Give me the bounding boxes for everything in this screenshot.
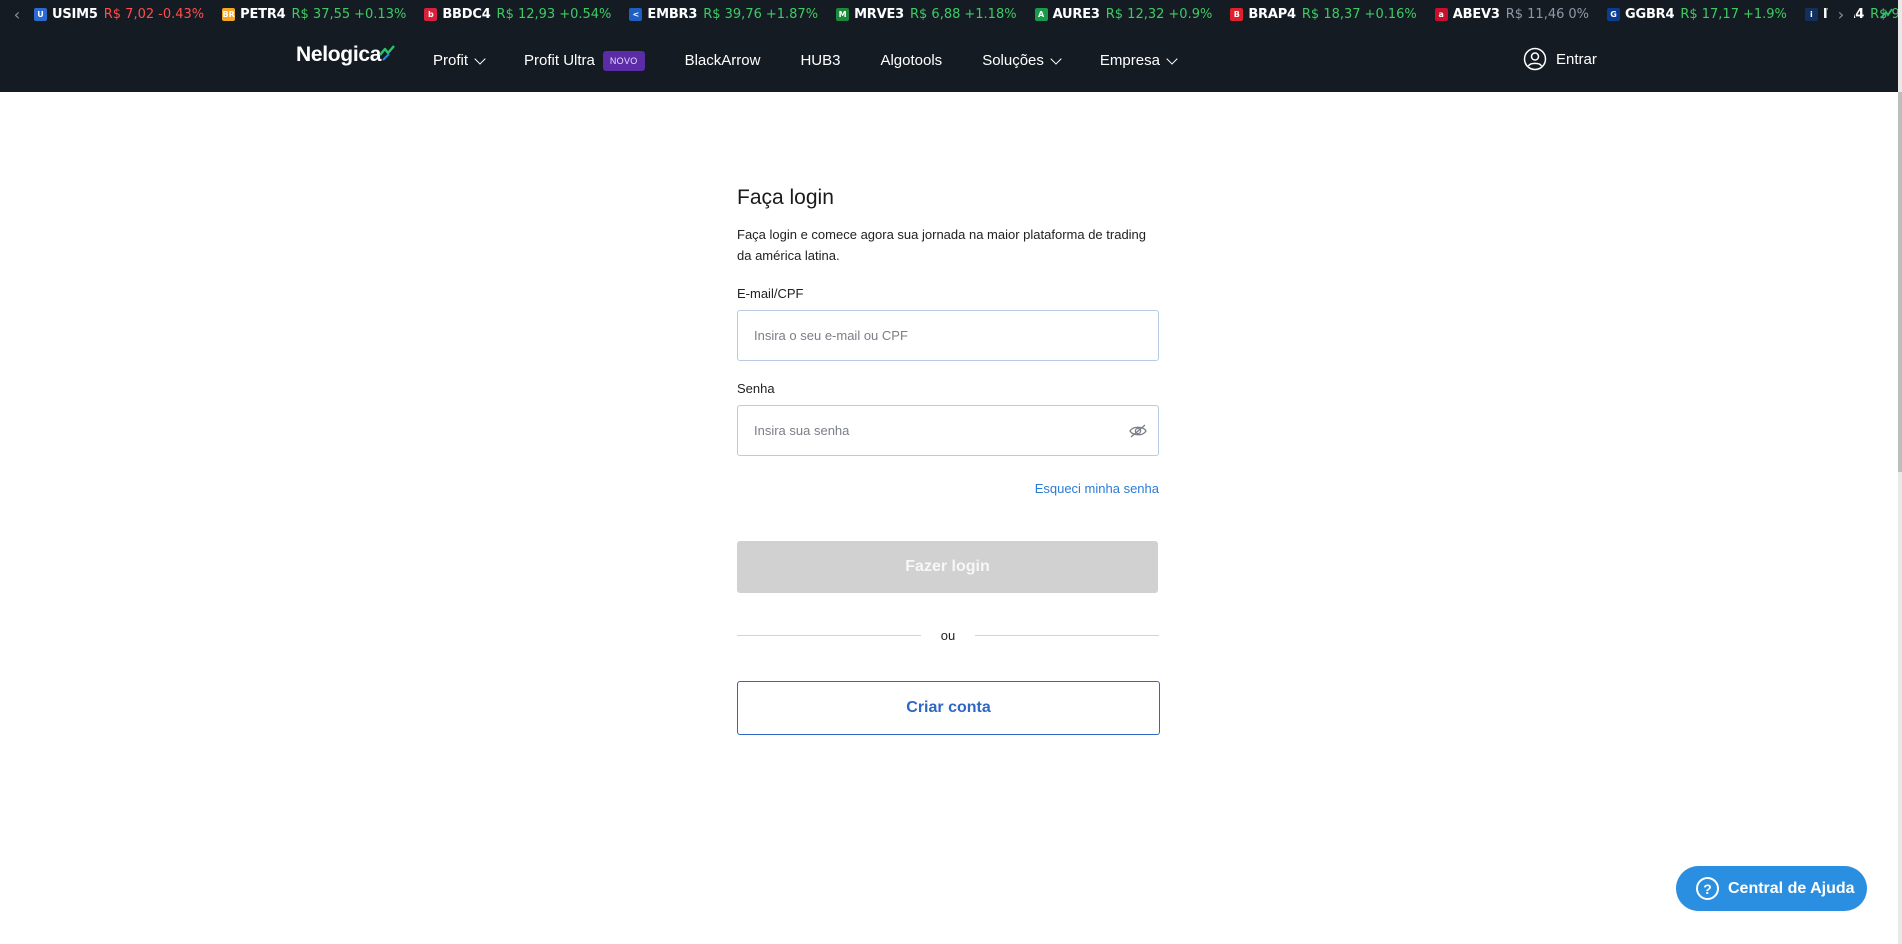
ticker-price: R$ 37,55 [291,7,351,22]
nav-item-hub3[interactable]: HUB3 [800,52,840,69]
stock-logo-icon: a [1434,8,1448,21]
ticker-item[interactable]: M MRVE3 R$ 6,88 +1.18% [836,7,1017,22]
ticker-symbol: USIM5 [52,7,98,22]
nav-item-algotools[interactable]: Algotools [880,52,942,69]
ticker-symbol: BBDC4 [442,7,491,22]
login-subtitle: Faça login e comece agora sua jornada na… [737,227,1147,263]
ticker-price: R$ 6,88 [910,7,961,22]
ticker-symbol: AURE3 [1052,7,1100,22]
ticker-price: R$ 11,46 [1505,7,1565,22]
ticker-change: 0% [1568,7,1589,22]
ticker-symbol: PETR4 [240,7,286,22]
stock-logo-icon: i [1804,8,1818,21]
create-account-button[interactable]: Criar conta [737,681,1160,735]
ticker-price: R$ 39,76 [703,7,762,22]
nav-item-label: Profit Ultra [524,52,595,69]
login-form: Faça login Faça login e comece agora sua… [737,186,1160,735]
ticker-item[interactable]: < EMBR3 R$ 39,76 +1.87% [629,7,818,22]
stock-logo-icon: U [34,8,47,21]
chevron-left-icon[interactable]: ‹ [0,5,34,24]
ticker-change: +0.54% [559,7,612,22]
nav-item-empresa[interactable]: Empresa [1099,52,1178,69]
divider-line-right [975,634,1159,636]
help-center-button[interactable]: ? Central de Ajuda [1676,866,1867,911]
user-circle-icon [1523,47,1547,71]
new-badge: NOVO [602,50,645,71]
or-divider: ou [737,627,1159,643]
password-field[interactable] [738,406,1158,455]
ticker-symbol: GGBR4 [1625,7,1675,22]
forgot-password-link[interactable]: Esqueci minha senha [737,481,1159,496]
stock-logo-icon: A [1034,8,1048,21]
chevron-down-icon [474,52,486,65]
nav-item-profit-ultra[interactable]: Profit Ultra NOVO [524,50,645,71]
password-field-wrapper [737,405,1159,456]
ticker-price: R$ 12,93 [496,7,556,22]
ticker-price: R$ 17,17 [1680,7,1739,22]
nav-item-solu-es[interactable]: Soluções [982,52,1062,69]
chevron-down-icon [1050,52,1062,65]
page-scrollbar[interactable] [1898,0,1902,944]
ticker-symbol: MRVE3 [854,7,904,22]
ticker-price: R$ 18,37 [1301,7,1361,22]
eye-off-icon[interactable] [1129,423,1147,439]
ticker-symbol: ABEV3 [1452,7,1500,22]
ticker-item[interactable]: b BBDC4 R$ 12,93 +0.54% [424,7,611,22]
entrar-label: Entrar [1556,50,1597,68]
login-title: Faça login [737,186,834,209]
nav-item-label: Profit [433,52,469,69]
login-button[interactable]: Fazer login [737,541,1158,593]
divider-text: ou [940,627,956,643]
ticker-change: +1.87% [765,7,819,22]
ticker-change: +1.9% [1742,7,1787,22]
ticker-change: +0.9% [1168,7,1213,22]
ticker-item[interactable]: A AURE3 R$ 12,32 +0.9% [1034,7,1213,22]
email-field[interactable] [738,311,1158,360]
entrar-link[interactable]: Entrar [1523,47,1597,71]
nav-item-label: Algotools [880,52,943,69]
stock-logo-icon: < [629,8,643,21]
ticker-item[interactable]: G GGBR4 R$ 17,17 +1.9% [1607,7,1787,22]
ticker-item[interactable]: BR PETR4 R$ 37,55 +0.13% [222,7,406,22]
ticker-change: -0.43% [158,7,205,22]
stock-ticker: ‹ U USIM5 R$ 7,02 -0.43% BR PETR4 R$ 37,55 +0.1… [0,0,1902,29]
chevron-down-icon [1166,52,1178,65]
ticker-price: R$ 7,02 [103,7,155,22]
ticker-item[interactable]: B BRAP4 R$ 18,37 +0.16% [1230,7,1417,22]
scrollbar-thumb[interactable] [1898,92,1902,472]
ticker-change: +0.16% [1364,7,1417,22]
stock-logo-icon: M [836,8,850,21]
logo-text: Nelogica [296,43,382,66]
stock-logo-icon: B [1230,8,1244,21]
chevron-right-icon[interactable]: › [1828,5,1854,24]
ticker-items: U USIM5 R$ 7,02 -0.43% BR PETR4 R$ 37,55 +0.13%… [34,7,1902,22]
nav-item-profit[interactable]: Profit [433,52,486,69]
nav-item-label: Soluções [982,52,1044,69]
ticker-item[interactable]: U USIM5 R$ 7,02 -0.43% [34,7,204,22]
nelogica-logo[interactable]: Nelogica [296,43,396,67]
ticker-change: +1.18% [964,7,1017,22]
nav-item-blackarrow[interactable]: BlackArrow [685,52,761,69]
password-label: Senha [737,381,775,396]
ticker-item[interactable]: a ABEV3 R$ 11,46 0% [1434,7,1589,22]
primary-nav: Profit Profit Ultra NOVO BlackArrow HUB3 Algo… [433,29,1216,92]
help-center-label: Central de Ajuda [1728,879,1855,897]
ticker-symbol: BRAP4 [1248,7,1296,22]
stock-logo-icon: BR [222,8,236,21]
question-circle-icon: ? [1696,877,1719,900]
nav-item-label: Empresa [1099,52,1160,69]
ticker-price: R$ 12,32 [1105,7,1165,22]
nav-item-label: HUB3 [800,52,841,69]
email-field-wrapper [737,310,1159,361]
stock-logo-icon: G [1607,8,1620,21]
ticker-symbol: EMBR3 [647,7,698,22]
divider-line-left [737,634,921,636]
email-label: E-mail/CPF [737,286,804,301]
ticker-change: +0.13% [354,7,407,22]
extension-icon[interactable] [1878,6,1894,22]
nav-item-label: BlackArrow [684,52,761,69]
stock-logo-icon: b [424,8,438,21]
main-navbar: Nelogica Profit Profit Ultra NOVO BlackArro… [0,29,1898,92]
nelogica-logo-icon [379,45,396,61]
